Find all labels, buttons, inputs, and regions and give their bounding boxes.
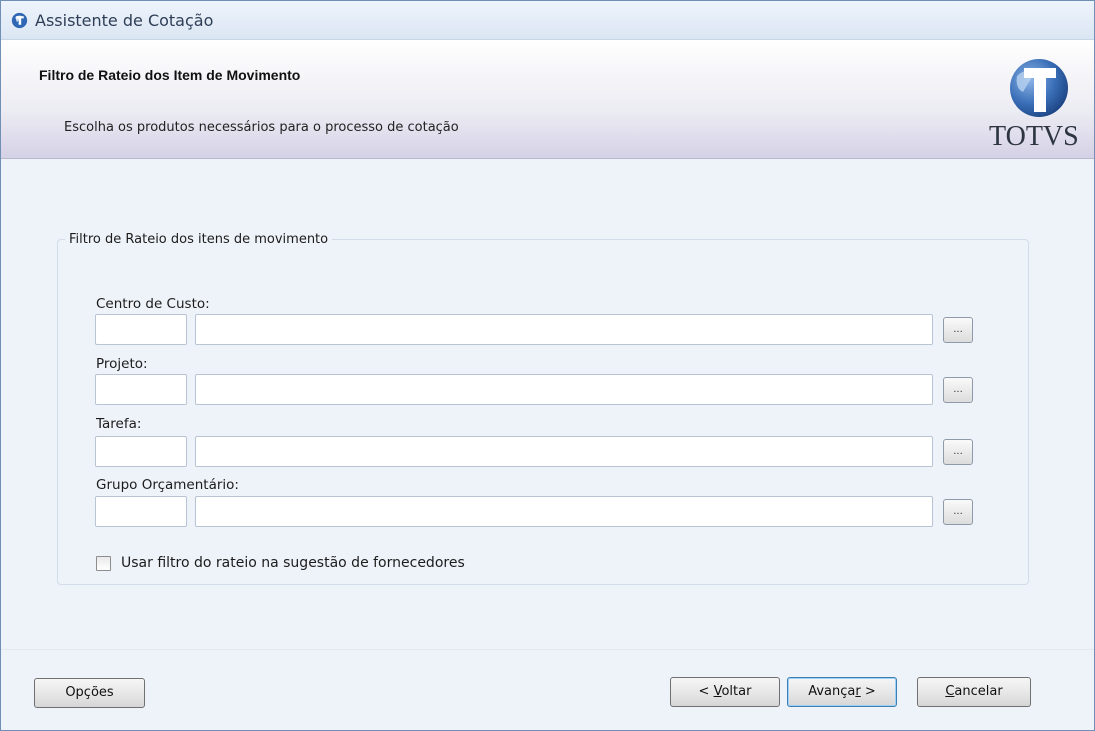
cost-center-code-input[interactable] <box>95 314 187 345</box>
step-title: Filtro de Rateio dos Item de Movimento <box>39 67 301 83</box>
cancel-rest: ancelar <box>954 684 1003 699</box>
use-filter-checkbox-label[interactable]: Usar filtro do rateio na sugestão de for… <box>121 555 465 571</box>
next-button[interactable]: Avançar > <box>787 677 897 707</box>
cost-center-label: Centro de Custo: <box>96 296 210 312</box>
totvs-logo: TOTVS <box>989 121 1079 152</box>
budget-group-code-input[interactable] <box>95 496 187 527</box>
wizard-header: Filtro de Rateio dos Item de Movimento E… <box>1 40 1094 159</box>
wizard-window: Assistente de Cotação Filtro de Rateio d… <box>0 0 1095 731</box>
budget-group-label: Grupo Orçamentário: <box>96 477 239 493</box>
back-button[interactable]: < Voltar <box>670 677 780 707</box>
use-filter-checkbox[interactable] <box>96 556 111 571</box>
cost-center-lookup-button[interactable]: ... <box>943 317 973 343</box>
back-prefix: < <box>698 684 714 699</box>
next-rest: > <box>860 684 876 699</box>
app-globe-icon <box>11 12 28 29</box>
next-prefix: Avança <box>808 684 856 699</box>
cancel-button[interactable]: Cancelar <box>917 677 1031 707</box>
title-bar: Assistente de Cotação <box>1 1 1094 40</box>
options-button[interactable]: Opções <box>34 678 145 708</box>
task-description-input[interactable] <box>195 436 933 467</box>
budget-group-description-input[interactable] <box>195 496 933 527</box>
project-label: Projeto: <box>96 356 148 372</box>
groupbox-label: Filtro de Rateio dos itens de movimento <box>65 232 333 247</box>
wizard-content: Filtro de Rateio dos itens de movimento … <box>1 159 1094 649</box>
wizard-footer: Opções < Voltar Avançar > Cancelar <box>1 649 1094 730</box>
step-subtitle: Escolha os produtos necessários para o p… <box>64 120 459 135</box>
filter-groupbox <box>57 239 1029 585</box>
task-label: Tarefa: <box>96 416 142 432</box>
totvs-globe-icon <box>1010 59 1068 117</box>
project-description-input[interactable] <box>195 374 933 405</box>
window-title: Assistente de Cotação <box>35 11 214 30</box>
project-lookup-button[interactable]: ... <box>943 377 973 403</box>
back-rest: oltar <box>721 684 752 699</box>
project-code-input[interactable] <box>95 374 187 405</box>
cost-center-description-input[interactable] <box>195 314 933 345</box>
budget-group-lookup-button[interactable]: ... <box>943 499 973 525</box>
task-code-input[interactable] <box>95 436 187 467</box>
task-lookup-button[interactable]: ... <box>943 439 973 465</box>
